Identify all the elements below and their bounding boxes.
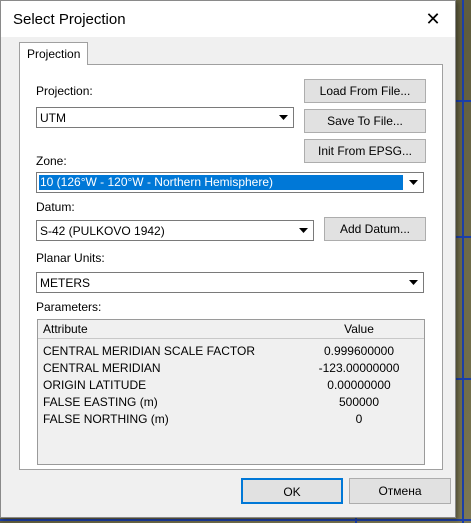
map-boundary-line [456, 100, 471, 102]
map-boundary-line [0, 519, 471, 521]
projection-panel: Projection: UTM Load From File... Save T… [19, 64, 443, 470]
table-row[interactable]: FALSE EASTING (m) 500000 [38, 394, 424, 411]
close-button[interactable]: ✕ [419, 7, 447, 31]
cancel-button[interactable]: Отмена [349, 478, 451, 504]
table-row[interactable]: CENTRAL MERIDIAN SCALE FACTOR 0.99960000… [38, 343, 424, 360]
attribute-cell: FALSE NORTHING (m) [43, 412, 169, 426]
map-boundary-line [462, 0, 464, 523]
planar-units-value: METERS [40, 276, 91, 290]
dialog-title: Select Projection [13, 11, 126, 28]
parameters-grid[interactable]: Attribute Value CENTRAL MERIDIAN SCALE F… [37, 319, 425, 465]
value-cell: 500000 [338, 395, 380, 409]
save-to-file-button[interactable]: Save To File... [304, 109, 426, 133]
value-cell: 0.999600000 [323, 344, 395, 358]
dropdown-arrow-icon [405, 274, 422, 291]
table-row[interactable]: FALSE NORTHING (m) 0 [38, 411, 424, 428]
value-cell: 0 [355, 412, 363, 426]
dropdown-arrow-icon [405, 174, 422, 191]
load-from-file-button[interactable]: Load From File... [304, 79, 426, 103]
zone-select[interactable]: 10 (126°W - 120°W - Northern Hemisphere) [36, 172, 424, 193]
value-cell: -123.00000000 [318, 361, 400, 375]
close-icon: ✕ [425, 8, 441, 29]
column-header-value[interactable]: Value [294, 320, 424, 339]
table-row[interactable]: ORIGIN LATITUDE 0.00000000 [38, 377, 424, 394]
projection-select[interactable]: UTM [36, 107, 294, 128]
datum-select[interactable]: S-42 (PULKOVO 1942) [36, 220, 314, 241]
map-boundary-line [456, 378, 471, 380]
dropdown-arrow-icon [295, 222, 312, 239]
column-header-attribute[interactable]: Attribute [38, 320, 300, 339]
title-bar: Select Projection ✕ [1, 1, 455, 37]
tab-projection[interactable]: Projection [19, 42, 89, 65]
planar-units-select[interactable]: METERS [36, 272, 424, 293]
attribute-cell: CENTRAL MERIDIAN [43, 361, 161, 375]
datum-value: S-42 (PULKOVO 1942) [40, 224, 165, 238]
ok-button[interactable]: OK [241, 478, 343, 504]
zone-label: Zone: [36, 154, 67, 168]
attribute-cell: ORIGIN LATITUDE [43, 378, 147, 392]
zone-value: 10 (126°W - 120°W - Northern Hemisphere) [39, 175, 403, 190]
dropdown-arrow-icon [275, 109, 292, 126]
select-projection-dialog: Select Projection ✕ Projection Projectio… [0, 0, 456, 518]
datum-label: Datum: [36, 200, 75, 214]
table-row[interactable]: CENTRAL MERIDIAN -123.00000000 [38, 360, 424, 377]
projection-label: Projection: [36, 84, 93, 98]
init-from-epsg-button[interactable]: Init From EPSG... [304, 139, 426, 163]
attribute-cell: FALSE EASTING (m) [43, 395, 158, 409]
projection-value: UTM [40, 111, 66, 125]
map-boundary-line [456, 236, 471, 238]
add-datum-button[interactable]: Add Datum... [324, 217, 426, 241]
attribute-cell: CENTRAL MERIDIAN SCALE FACTOR [43, 344, 256, 358]
parameters-label: Parameters: [36, 300, 102, 314]
planar-units-label: Planar Units: [36, 251, 105, 265]
value-cell: 0.00000000 [327, 378, 391, 392]
